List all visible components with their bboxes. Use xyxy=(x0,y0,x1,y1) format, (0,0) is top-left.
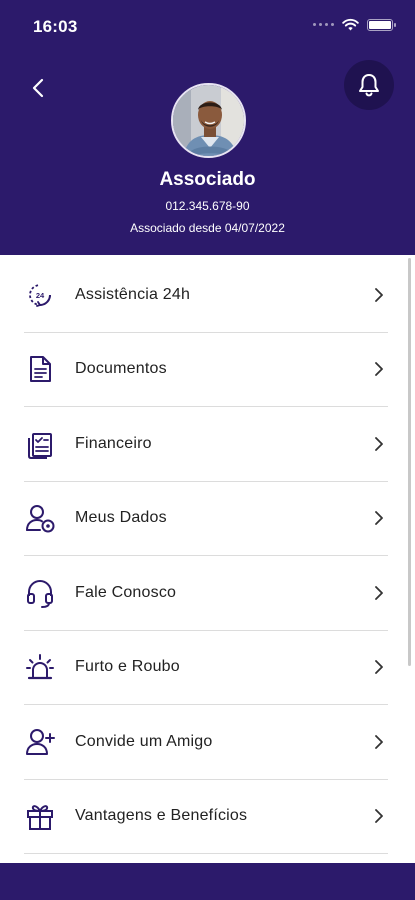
clock-24h-icon: 24 xyxy=(24,279,56,311)
menu-item-convide-amigo[interactable]: Convide um Amigo xyxy=(24,705,388,780)
siren-icon xyxy=(24,651,56,683)
chevron-right-icon xyxy=(375,660,383,675)
chevron-right-icon xyxy=(375,809,383,824)
menu-item-financeiro[interactable]: Financeiro xyxy=(24,407,388,482)
avatar-photo xyxy=(173,85,244,156)
chevron-right-icon xyxy=(375,287,383,302)
menu-item-label: Convide um Amigo xyxy=(75,732,213,750)
scrollbar[interactable] xyxy=(408,258,411,666)
menu-item-furto-roubo[interactable]: Furto e Roubo xyxy=(24,631,388,705)
bottom-bar xyxy=(0,863,415,900)
menu-item-label: Vantagens e Benefícios xyxy=(75,807,248,825)
checklist-icon xyxy=(24,428,56,460)
menu-item-label: Meus Dados xyxy=(75,509,167,527)
notifications-button[interactable] xyxy=(344,60,394,110)
menu-item-meus-dados[interactable]: Meus Dados xyxy=(24,482,388,556)
chevron-right-icon xyxy=(375,362,383,377)
chevron-right-icon xyxy=(375,511,383,526)
headset-icon xyxy=(24,577,56,609)
battery-icon xyxy=(367,18,396,31)
back-button[interactable] xyxy=(26,75,52,101)
profile-header: 16:03 Associado 012.345.678-90 Associado… xyxy=(0,0,415,255)
status-icons xyxy=(313,18,396,31)
document-icon xyxy=(24,353,56,385)
status-bar: 16:03 xyxy=(0,0,415,54)
menu-list: 24 Assistência 24h Documentos Financeiro… xyxy=(0,258,415,854)
member-since: Associado desde 04/07/2022 xyxy=(130,221,285,235)
signal-dots-icon xyxy=(313,23,334,26)
svg-text:24: 24 xyxy=(36,291,45,300)
user-name: Associado xyxy=(159,169,256,190)
user-settings-icon xyxy=(24,502,56,534)
menu-item-documentos[interactable]: Documentos xyxy=(24,333,388,407)
menu-item-label: Assistência 24h xyxy=(75,285,191,303)
menu-item-assistencia[interactable]: 24 Assistência 24h xyxy=(24,258,388,333)
bell-icon xyxy=(359,74,379,97)
menu-item-label: Documentos xyxy=(75,360,167,378)
chevron-left-icon xyxy=(32,78,44,98)
gift-icon xyxy=(24,800,56,832)
wifi-icon xyxy=(342,18,359,31)
chevron-right-icon xyxy=(375,734,383,749)
menu-item-label: Furto e Roubo xyxy=(75,658,180,676)
status-time: 16:03 xyxy=(33,17,78,36)
chevron-right-icon xyxy=(375,585,383,600)
avatar xyxy=(171,83,246,158)
chevron-right-icon xyxy=(375,436,383,451)
user-add-icon xyxy=(24,726,56,758)
menu-item-vantagens[interactable]: Vantagens e Benefícios xyxy=(24,780,388,854)
menu-item-label: Financeiro xyxy=(75,434,152,452)
user-id-number: 012.345.678-90 xyxy=(165,199,250,213)
menu-item-label: Fale Conosco xyxy=(75,583,177,601)
menu-item-fale-conosco[interactable]: Fale Conosco xyxy=(24,556,388,631)
